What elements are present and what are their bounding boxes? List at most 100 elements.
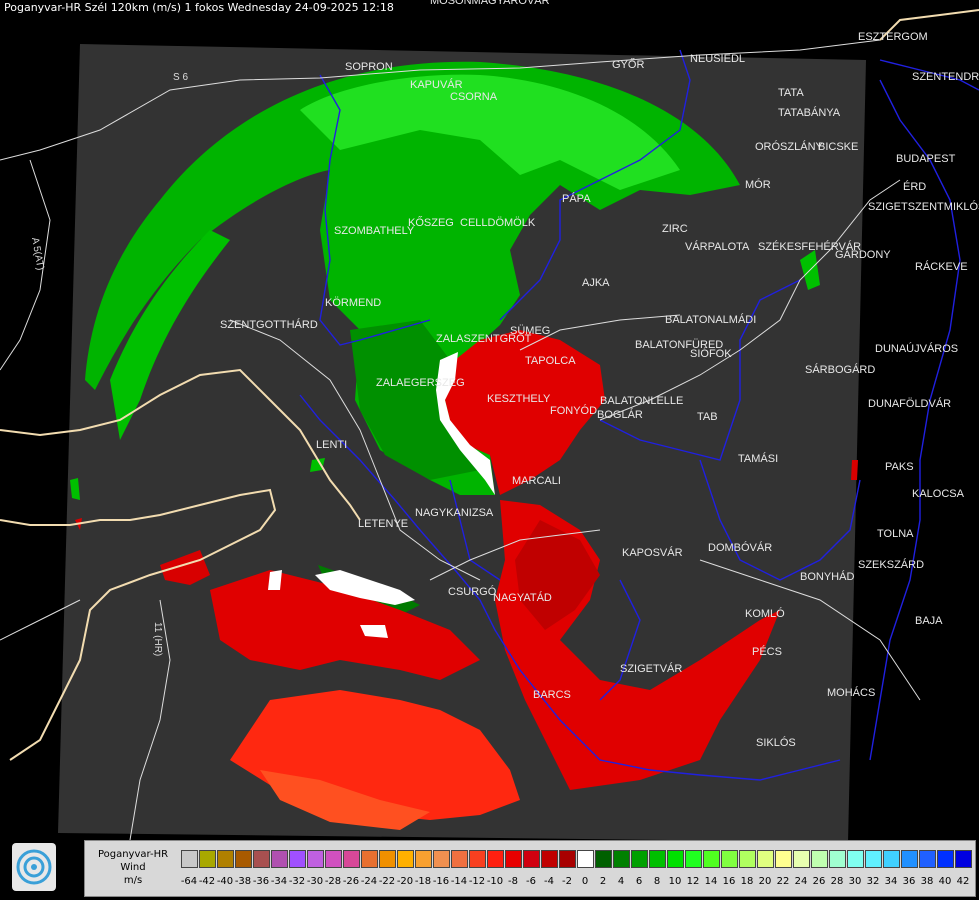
legend-tick-label: -20 — [396, 876, 414, 887]
city-label: BONYHÁD — [800, 570, 854, 583]
legend-swatch — [937, 850, 954, 868]
legend-tick-label: 20 — [758, 876, 772, 887]
legend-tick-label: -8 — [508, 876, 518, 887]
city-label: KESZTHELY — [487, 393, 551, 405]
legend-tick-label: 24 — [794, 876, 808, 887]
legend-label-unit: m/s — [123, 875, 143, 886]
legend-tick-label: -40 — [216, 876, 234, 887]
legend-swatch — [505, 850, 522, 868]
city-label: TATA — [778, 87, 804, 99]
legend-tick-label: -26 — [342, 876, 360, 887]
city-label: ZALASZENTGRÓT — [436, 332, 532, 345]
city-label: TAB — [697, 411, 718, 423]
legend-swatch — [631, 850, 648, 868]
city-label: NAGYATÁD — [493, 591, 552, 604]
legend-tick-label: -22 — [378, 876, 396, 887]
legend-label: Poganyvar-HR Wind m/s — [91, 848, 175, 887]
city-label: ÉRD — [903, 180, 926, 193]
legend-swatch — [703, 850, 720, 868]
legend-swatch — [649, 850, 666, 868]
city-label: MOSONMAGYARÓVÁR — [430, 0, 550, 7]
legend-swatch — [739, 850, 756, 868]
legend-tick-label: -4 — [544, 876, 554, 887]
city-label: ORÓSZLÁNY — [755, 140, 824, 153]
city-label: SÁRBOGÁRD — [805, 363, 875, 376]
city-label: BALATONLELLE — [600, 395, 683, 407]
legend-swatch — [829, 850, 846, 868]
legend-swatch — [793, 850, 810, 868]
city-label: SOPRON — [345, 61, 393, 73]
legend-swatch — [235, 850, 252, 868]
legend-tick-label: 8 — [653, 876, 661, 887]
legend-tick-label: -38 — [234, 876, 252, 887]
legend-tick-label: 28 — [830, 876, 844, 887]
city-label: SZENTENDRE — [912, 71, 979, 83]
legend-swatch — [775, 850, 792, 868]
legend-tick-label: -16 — [432, 876, 450, 887]
city-label: KAPUVÁR — [410, 78, 463, 91]
legend-swatch — [721, 850, 738, 868]
city-label: SZENTGOTTHÁRD — [220, 318, 318, 331]
legend-swatch — [883, 850, 900, 868]
legend-swatch — [667, 850, 684, 868]
legend-tick-label: -24 — [360, 876, 378, 887]
legend-swatch — [541, 850, 558, 868]
city-label: LETENYE — [358, 518, 408, 530]
city-label: KÖRMEND — [325, 297, 381, 309]
legend-swatch — [559, 850, 576, 868]
legend-tick-label: -6 — [526, 876, 536, 887]
city-label: MÓR — [745, 178, 771, 191]
city-label: TAMÁSI — [738, 452, 778, 465]
legend-swatch — [289, 850, 306, 868]
city-label: SIÓFOK — [690, 347, 732, 360]
city-label: KAPOSVÁR — [622, 546, 683, 559]
city-label: KALOCSA — [912, 488, 965, 500]
city-label: SZIGETSZENTMIKLÓS — [868, 200, 979, 213]
city-label: PÁPA — [562, 192, 591, 205]
city-label: KOMLÓ — [745, 607, 785, 620]
legend-swatch — [181, 850, 198, 868]
legend-tick-label: 12 — [686, 876, 700, 887]
legend-swatch — [217, 850, 234, 868]
city-label: BUDAPEST — [896, 153, 956, 165]
legend-tick-label: -14 — [450, 876, 468, 887]
legend-swatch — [397, 850, 414, 868]
legend-swatch — [811, 850, 828, 868]
legend-tick-label: -18 — [414, 876, 432, 887]
weather-service-logo-icon — [12, 843, 56, 891]
city-label: BARCS — [533, 689, 571, 701]
legend-tick-label: -64 — [180, 876, 198, 887]
legend-tick-label: 6 — [635, 876, 643, 887]
legend-tick-label: 4 — [617, 876, 625, 887]
city-label: DOMBÓVÁR — [708, 541, 772, 554]
city-label: DUNAFÖLDVÁR — [868, 397, 951, 410]
legend-swatch — [487, 850, 504, 868]
legend-tick-label: -34 — [270, 876, 288, 887]
legend-swatches — [181, 850, 973, 868]
city-label: DUNAÚJVÁROS — [875, 342, 958, 355]
legend-swatch — [307, 850, 324, 868]
city-label: BAJA — [915, 615, 943, 627]
legend-tick-label: 32 — [866, 876, 880, 887]
city-label: RÁCKEVE — [915, 260, 968, 273]
legend-tick-label: 26 — [812, 876, 826, 887]
legend-swatch — [379, 850, 396, 868]
city-label: PAKS — [885, 461, 914, 473]
city-label: PÉCS — [752, 645, 782, 658]
city-label: ZIRC — [662, 223, 688, 235]
legend-tick-label: 22 — [776, 876, 790, 887]
city-label: SZIGETVÁR — [620, 662, 682, 675]
legend-swatch — [757, 850, 774, 868]
city-label: TOLNA — [877, 528, 914, 540]
city-label: KŐSZEG — [408, 215, 454, 229]
city-label: ZALAEGERSZEG — [376, 377, 465, 389]
city-label: CSORNA — [450, 91, 498, 103]
legend-tick-label: -32 — [288, 876, 306, 887]
legend-swatch — [415, 850, 432, 868]
city-label: TATABÁNYA — [778, 106, 841, 119]
legend-tick-label: -10 — [486, 876, 504, 887]
legend-tick-label: 0 — [581, 876, 589, 887]
legend-tick-label: 16 — [722, 876, 736, 887]
legend-swatch — [685, 850, 702, 868]
legend-tick-label: 42 — [956, 876, 970, 887]
